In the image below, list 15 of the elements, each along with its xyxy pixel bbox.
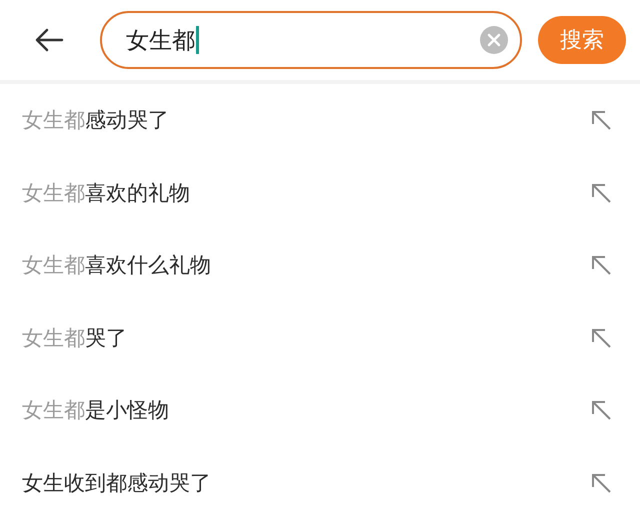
fill-in-arrow-icon[interactable] (590, 254, 612, 276)
suggestion-text[interactable]: 女生都喜欢什么礼物 (22, 251, 211, 280)
suggestion-text[interactable]: 女生收到都感动哭了 (22, 468, 211, 497)
fill-in-arrow-icon[interactable] (590, 399, 612, 422)
fill-in-arrow-icon[interactable] (590, 326, 612, 349)
suggestion-text[interactable]: 女生都喜欢的礼物 (22, 178, 190, 207)
suggestion-text[interactable]: 女生都是小怪物 (22, 396, 169, 424)
fill-in-arrow-icon[interactable] (590, 182, 612, 204)
fill-in-arrow-icon[interactable] (590, 109, 612, 132)
suggestion-text[interactable]: 女生都感动哭了 (22, 106, 169, 134)
fill-in-arrow-icon[interactable] (590, 472, 612, 494)
clear-icon[interactable] (480, 26, 508, 54)
suggestion-text[interactable]: 女生都哭了 (22, 324, 127, 352)
search-field[interactable]: 女生都 (100, 11, 522, 69)
back-arrow-icon[interactable] (34, 28, 64, 52)
